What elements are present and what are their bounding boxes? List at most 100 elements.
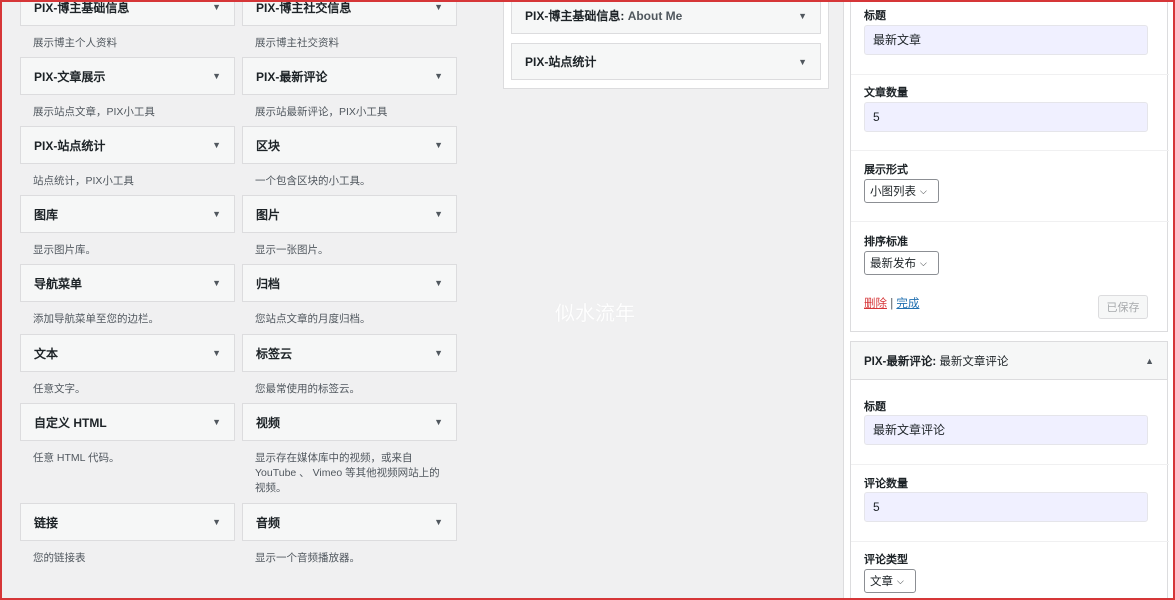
widget-description: 一个包含区块的小工具。 (255, 175, 371, 187)
divider (851, 74, 1169, 75)
widget-item[interactable]: 标签云 ▼ 您最常使用的标签云。 (242, 334, 457, 397)
widget-header-title: PIX-最新评论: 最新文章评论 (864, 353, 1008, 369)
widget-bar[interactable]: PIX-博主社交信息 ▼ (242, 0, 457, 26)
widget-title: 链接 (34, 515, 59, 530)
caret-down-icon[interactable]: ▼ (212, 417, 221, 427)
widget-title: PIX-最新评论 (256, 69, 328, 84)
widget-item[interactable]: 视频 ▼ 显示存在媒体库中的视频，或来自 YouTube 、 Vimeo 等其他… (242, 403, 457, 496)
caret-down-icon[interactable]: ▼ (212, 278, 221, 288)
widget-bar[interactable]: PIX-博主基础信息 ▼ (20, 0, 235, 26)
watermark-text: 似水流年 (555, 301, 635, 325)
widget-title: 图片 (256, 207, 281, 222)
sidebar-widget-stats[interactable]: PIX-站点统计 ▼ (511, 43, 821, 80)
widget-bar[interactable]: 视频 ▼ (242, 403, 457, 441)
caret-down-icon[interactable]: ▼ (434, 2, 443, 12)
widget-bar[interactable]: 图库 ▼ (20, 195, 235, 233)
widget-item[interactable]: PIX-博主社交信息 ▼ 展示博主社交资料 (242, 0, 457, 51)
widget-description: 您最常使用的标签云。 (255, 383, 360, 395)
widget-bar[interactable]: 文本 ▼ (20, 334, 235, 372)
caret-down-icon[interactable]: ▼ (434, 71, 443, 81)
widget-item[interactable]: 文本 ▼ 任意文字。 (20, 334, 235, 397)
action-separator: | (890, 298, 894, 310)
latest-comments-widget-form: PIX-最新评论: 最新文章评论 ▲ 标题 最新文章评论 评论数量 5 评论类型… (850, 341, 1169, 600)
widget-item[interactable]: 自定义 HTML ▼ 任意 HTML 代码。 (20, 403, 235, 466)
saved-button[interactable]: 已保存 (1098, 295, 1148, 319)
caret-up-icon[interactable]: ▲ (1145, 356, 1154, 366)
widget-item[interactable]: PIX-博主基础信息 ▼ 展示博主个人资料 (20, 0, 235, 51)
caret-down-icon[interactable]: ▼ (434, 140, 443, 150)
widget-item[interactable]: PIX-文章展示 ▼ 展示站点文章，PIX小工具 (20, 57, 235, 120)
post-count-input[interactable]: 5 (864, 102, 1148, 132)
widget-item[interactable]: 链接 ▼ 您的链接表 (20, 503, 235, 566)
caret-down-icon[interactable]: ▼ (798, 11, 807, 21)
comment-title-input[interactable]: 最新文章评论 (864, 415, 1148, 445)
widget-title: PIX-站点统计 (34, 138, 106, 153)
widget-bar[interactable]: PIX-文章展示 ▼ (20, 57, 235, 95)
widget-description: 站点统计，PIX小工具 (33, 175, 134, 187)
widget-item[interactable]: 归档 ▼ 您站点文章的月度归档。 (242, 264, 457, 327)
widget-header[interactable]: PIX-最新评论: 最新文章评论 ▲ (851, 342, 1167, 380)
comment-type-value: 文章 (870, 576, 893, 588)
delete-link[interactable]: 删除 (864, 298, 887, 310)
sort-value: 最新发布 (870, 258, 916, 270)
caret-down-icon[interactable]: ▼ (212, 2, 221, 12)
sidebar-widget-subtitle: About Me (627, 9, 683, 23)
widget-title: 区块 (256, 138, 281, 153)
caret-down-icon[interactable]: ▼ (212, 517, 221, 527)
sidebar-widget-title: PIX-博主基础信息: About Me (525, 7, 682, 24)
comment-title-label: 标题 (864, 401, 886, 413)
caret-down-icon[interactable]: ▼ (212, 209, 221, 219)
caret-down-icon[interactable]: ▼ (434, 278, 443, 288)
widget-description: 任意 HTML 代码。 (33, 452, 120, 464)
chevron-down-icon: ⌵ (920, 257, 927, 268)
widget-title: 文本 (34, 346, 59, 361)
caret-down-icon[interactable]: ▼ (212, 140, 221, 150)
widget-item[interactable]: 图片 ▼ 显示一张图片。 (242, 195, 457, 258)
widget-bar[interactable]: 链接 ▼ (20, 503, 235, 541)
sidebar-widget-label: PIX-站点统计 (525, 55, 597, 69)
widget-header-subtitle: 最新文章评论 (939, 355, 1009, 368)
caret-down-icon[interactable]: ▼ (434, 417, 443, 427)
caret-down-icon[interactable]: ▼ (212, 71, 221, 81)
widget-item[interactable]: 区块 ▼ 一个包含区块的小工具。 (242, 126, 457, 189)
comment-type-label: 评论类型 (864, 554, 908, 566)
widget-description: 显示图片库。 (33, 244, 96, 256)
widget-item[interactable]: 导航菜单 ▼ 添加导航菜单至您的边栏。 (20, 264, 235, 327)
caret-down-icon[interactable]: ▼ (798, 57, 807, 67)
widget-bar[interactable]: PIX-站点统计 ▼ (20, 126, 235, 164)
widget-title: 自定义 HTML (34, 415, 107, 430)
chevron-down-icon: ⌵ (920, 185, 927, 196)
comment-type-select[interactable]: 文章 ⌵ (864, 569, 916, 593)
caret-down-icon[interactable]: ▼ (212, 348, 221, 358)
widget-title: 导航菜单 (34, 276, 83, 291)
widget-item[interactable]: 图库 ▼ 显示图片库。 (20, 195, 235, 258)
widget-bar[interactable]: 导航菜单 ▼ (20, 264, 235, 302)
widget-bar[interactable]: PIX-最新评论 ▼ (242, 57, 457, 95)
widget-description: 显示存在媒体库中的视频，或来自 YouTube 、 Vimeo 等其他视频网站上… (255, 452, 440, 494)
widget-bar[interactable]: 音频 ▼ (242, 503, 457, 541)
sort-select[interactable]: 最新发布 ⌵ (864, 251, 939, 275)
caret-down-icon[interactable]: ▼ (434, 348, 443, 358)
caret-down-icon[interactable]: ▼ (434, 209, 443, 219)
title-input[interactable]: 最新文章 (864, 25, 1148, 55)
widget-bar[interactable]: 区块 ▼ (242, 126, 457, 164)
caret-down-icon[interactable]: ▼ (434, 517, 443, 527)
widget-title: PIX-文章展示 (34, 69, 106, 84)
widget-description: 任意文字。 (33, 383, 86, 395)
comment-count-input[interactable]: 5 (864, 492, 1148, 522)
widget-header-label: PIX-最新评论: (864, 355, 937, 368)
widget-bar[interactable]: 标签云 ▼ (242, 334, 457, 372)
done-link[interactable]: 完成 (896, 298, 919, 310)
widget-item[interactable]: PIX-站点统计 ▼ 站点统计，PIX小工具 (20, 126, 235, 189)
widget-bar[interactable]: 图片 ▼ (242, 195, 457, 233)
widget-item[interactable]: 音频 ▼ 显示一个音频播放器。 (242, 503, 457, 566)
sidebar-widget-about[interactable]: PIX-博主基础信息: About Me ▼ (511, 0, 821, 34)
widget-title: 视频 (256, 415, 281, 430)
widget-description: 您的链接表 (33, 552, 86, 564)
display-style-select[interactable]: 小图列表 ⌵ (864, 179, 939, 203)
widget-bar[interactable]: 自定义 HTML ▼ (20, 403, 235, 441)
widget-bar[interactable]: 归档 ▼ (242, 264, 457, 302)
widget-title: 音频 (256, 515, 281, 530)
sort-label: 排序标准 (864, 236, 908, 248)
widget-item[interactable]: PIX-最新评论 ▼ 展示站最新评论，PIX小工具 (242, 57, 457, 120)
